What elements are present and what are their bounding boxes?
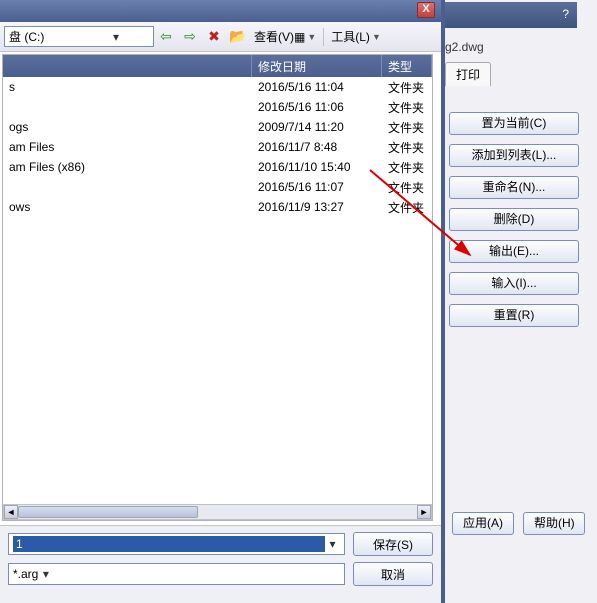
- list-item[interactable]: s2016/5/16 11:04文件夹: [3, 77, 432, 97]
- list-item[interactable]: ogs2009/7/14 11:20文件夹: [3, 117, 432, 137]
- horizontal-scrollbar[interactable]: ◄ ►: [3, 504, 432, 520]
- tab-print[interactable]: 打印: [445, 62, 491, 86]
- cell-date: 2016/11/9 13:27: [252, 200, 382, 214]
- chevron-down-icon: ▼: [372, 32, 381, 42]
- help-button[interactable]: 帮助(H): [523, 512, 585, 535]
- save-dialog: X 盘 (C:) ▾ ⇦ ⇨ ✖ 📂 查看(V) ▦ ▼ 工具(L) ▼ 修改日…: [0, 0, 445, 603]
- scroll-thumb[interactable]: [18, 506, 198, 518]
- reset-button[interactable]: 重置(R): [449, 304, 579, 327]
- options-tabs: 打印: [445, 62, 491, 86]
- export-button[interactable]: 输出(E)...: [449, 240, 579, 263]
- toolbar-separator: [323, 28, 324, 46]
- add-to-list-button[interactable]: 添加到列表(L)...: [449, 144, 579, 167]
- filename-input[interactable]: 1 ▾: [8, 533, 345, 555]
- list-item[interactable]: am Files2016/11/7 8:48文件夹: [3, 137, 432, 157]
- column-headers: 修改日期 类型: [3, 55, 432, 77]
- filetype-value: *.arg: [13, 567, 38, 581]
- chevron-down-icon[interactable]: ▾: [38, 567, 53, 581]
- dialog-toolbar: 盘 (C:) ▾ ⇦ ⇨ ✖ 📂 查看(V) ▦ ▼ 工具(L) ▼: [0, 22, 441, 52]
- cell-date: 2016/11/7 8:48: [252, 140, 382, 154]
- views-icon: ▦: [294, 30, 305, 44]
- cell-name: am Files (x86): [3, 160, 252, 174]
- close-icon[interactable]: X: [417, 2, 435, 18]
- list-item[interactable]: 2016/5/16 11:06文件夹: [3, 97, 432, 117]
- save-button[interactable]: 保存(S): [353, 532, 433, 556]
- apply-button[interactable]: 应用(A): [452, 512, 514, 535]
- column-name[interactable]: [3, 55, 252, 77]
- list-item[interactable]: 2016/5/16 11:07文件夹: [3, 177, 432, 197]
- cell-type: 文件夹: [382, 79, 432, 96]
- cell-name: ogs: [3, 120, 252, 134]
- column-date[interactable]: 修改日期: [252, 55, 382, 77]
- view-menu-label: 查看(V): [254, 28, 294, 45]
- import-button[interactable]: 输入(I)...: [449, 272, 579, 295]
- cell-type: 文件夹: [382, 99, 432, 116]
- cell-date: 2009/7/14 11:20: [252, 120, 382, 134]
- cell-name: ows: [3, 200, 252, 214]
- delete-button[interactable]: 删除(D): [449, 208, 579, 231]
- cell-date: 2016/5/16 11:04: [252, 80, 382, 94]
- delete-icon[interactable]: ✖: [204, 27, 224, 47]
- dialog-bottom: 1 ▾ 保存(S) *.arg ▾ 取消: [0, 525, 441, 603]
- cell-type: 文件夹: [382, 179, 432, 196]
- cell-name: am Files: [3, 140, 252, 154]
- cell-type: 文件夹: [382, 199, 432, 216]
- cell-type: 文件夹: [382, 119, 432, 136]
- folder-icon[interactable]: 📂: [228, 27, 248, 47]
- view-menu[interactable]: 查看(V) ▦ ▼: [250, 28, 320, 45]
- scroll-right-icon[interactable]: ►: [417, 505, 431, 519]
- scroll-left-icon[interactable]: ◄: [4, 505, 18, 519]
- cell-type: 文件夹: [382, 159, 432, 176]
- file-list: 修改日期 类型 s2016/5/16 11:04文件夹2016/5/16 11:…: [2, 54, 433, 521]
- back-icon[interactable]: ⇦: [156, 27, 176, 47]
- cancel-button[interactable]: 取消: [353, 562, 433, 586]
- filename-value: 1: [13, 536, 325, 552]
- chevron-down-icon[interactable]: ▾: [325, 537, 340, 551]
- column-type[interactable]: 类型: [382, 55, 432, 77]
- rename-button[interactable]: 重命名(N)...: [449, 176, 579, 199]
- forward-icon[interactable]: ⇨: [180, 27, 200, 47]
- chevron-down-icon: ▼: [307, 32, 316, 42]
- help-icon[interactable]: ?: [562, 7, 569, 21]
- cell-date: 2016/11/10 15:40: [252, 160, 382, 174]
- cell-date: 2016/5/16 11:07: [252, 180, 382, 194]
- cell-date: 2016/5/16 11:06: [252, 100, 382, 114]
- current-document-name: g2.dwg: [445, 40, 484, 54]
- tools-menu[interactable]: 工具(L) ▼: [327, 28, 385, 45]
- location-combo[interactable]: 盘 (C:) ▾: [4, 26, 154, 47]
- cell-name: s: [3, 80, 252, 94]
- list-item[interactable]: ows2016/11/9 13:27文件夹: [3, 197, 432, 217]
- dialog-titlebar[interactable]: X: [0, 0, 441, 22]
- set-current-button[interactable]: 置为当前(C): [449, 112, 579, 135]
- chevron-down-icon[interactable]: ▾: [79, 30, 151, 44]
- tools-menu-label: 工具(L): [331, 28, 370, 45]
- cell-type: 文件夹: [382, 139, 432, 156]
- list-item[interactable]: am Files (x86)2016/11/10 15:40文件夹: [3, 157, 432, 177]
- filetype-combo[interactable]: *.arg ▾: [8, 563, 345, 585]
- location-text: 盘 (C:): [7, 28, 79, 45]
